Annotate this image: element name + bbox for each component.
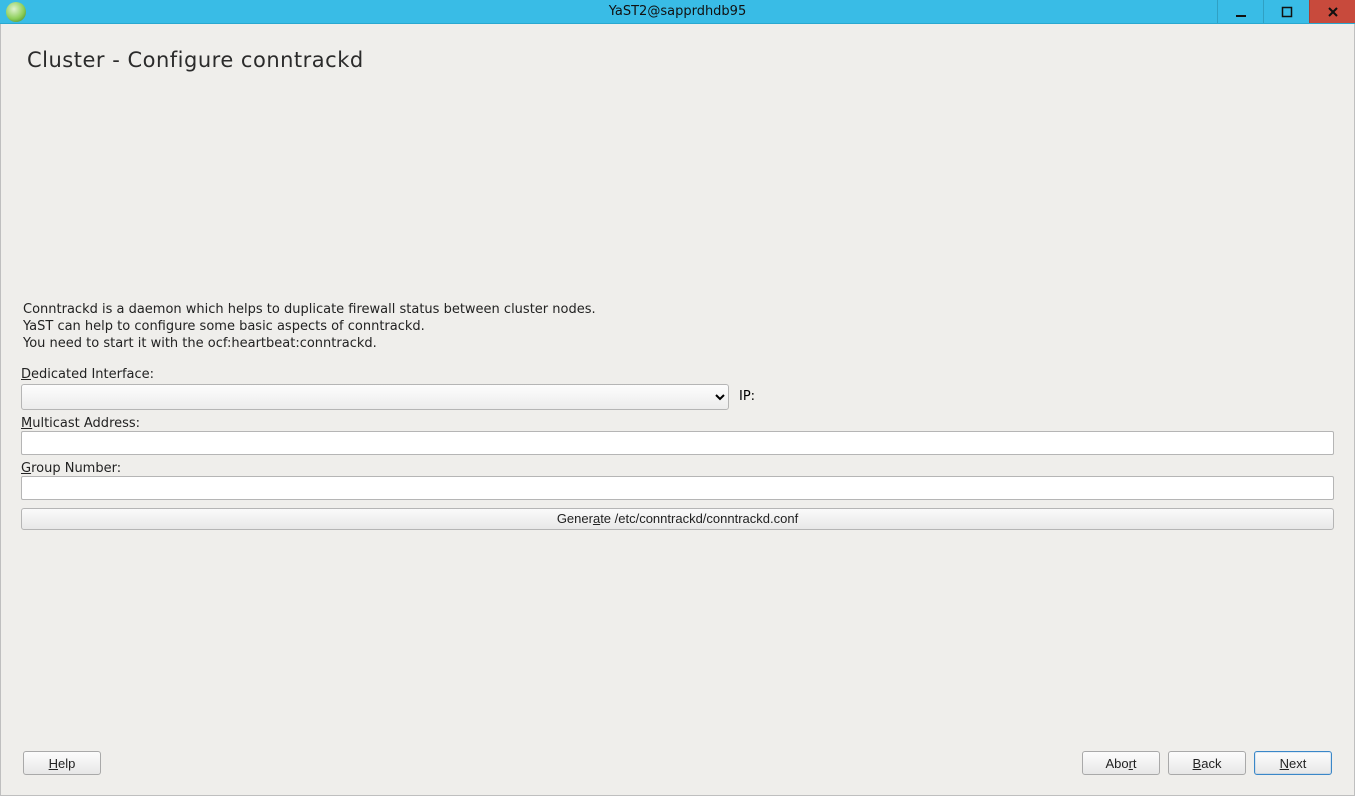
minimize-icon [1235,6,1247,18]
description-line: YaST can help to configure some basic as… [23,319,1334,336]
group-number-input[interactable] [21,476,1334,500]
maximize-button[interactable] [1263,0,1309,23]
help-button[interactable]: Help [23,751,101,775]
window-controls [1217,0,1355,23]
content: Cluster - Configure conntrackd Conntrack… [13,36,1342,783]
button-bar: Help Abort Back Next [21,747,1334,775]
multicast-address-input[interactable] [21,431,1334,455]
description-line: Conntrackd is a daemon which helps to du… [23,302,1334,319]
dedicated-interface-row: IP: [21,384,1334,410]
group-number-label: Group Number: [21,461,121,476]
window: YaST2@sapprdhdb95 Cluster - Configure co… [0,0,1355,796]
titlebar: YaST2@sapprdhdb95 [0,0,1355,24]
app-icon [6,2,26,22]
next-button[interactable]: Next [1254,751,1332,775]
group-number-field: Group Number: [21,461,1334,500]
maximize-icon [1281,6,1293,18]
back-button[interactable]: Back [1168,751,1246,775]
form: Dedicated Interface: IP: Mult [21,361,1334,530]
abort-button[interactable]: Abort [1082,751,1160,775]
minimize-button[interactable] [1217,0,1263,23]
multicast-address-field: Multicast Address: [21,416,1334,455]
ip-label: IP: [739,389,755,404]
window-title: YaST2@sapprdhdb95 [0,4,1355,19]
page-title: Cluster - Configure conntrackd [21,42,1334,82]
spacer [21,82,1334,302]
dedicated-interface-label: Dedicated Interface: [21,367,154,382]
client-area: Cluster - Configure conntrackd Conntrack… [0,24,1355,796]
close-button[interactable] [1309,0,1355,23]
dedicated-interface-select[interactable] [21,384,729,410]
description: Conntrackd is a daemon which helps to du… [21,302,1334,353]
spacer [21,530,1334,747]
description-line: You need to start it with the ocf:heartb… [23,336,1334,353]
dedicated-interface-field: Dedicated Interface: IP: [21,367,1334,410]
close-icon [1327,6,1339,18]
multicast-address-label: Multicast Address: [21,416,140,431]
generate-conf-button[interactable]: Generate /etc/conntrackd/conntrackd.conf [21,508,1334,530]
